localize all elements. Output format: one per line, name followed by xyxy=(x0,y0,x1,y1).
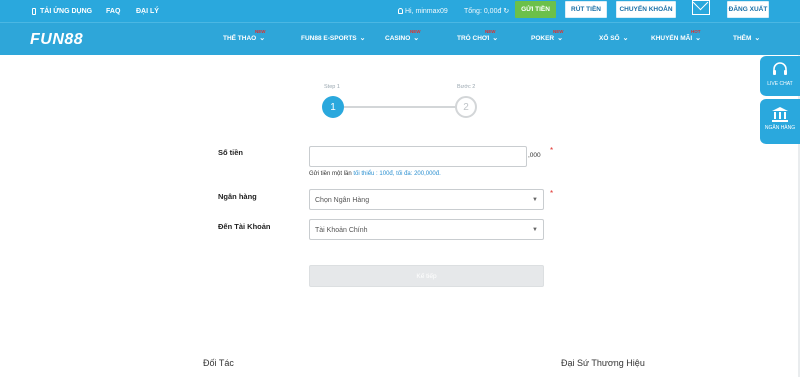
new-badge: NEW xyxy=(255,29,266,34)
faq-label: FAQ xyxy=(106,7,121,15)
step-connector xyxy=(344,106,456,108)
nav-item-sports[interactable]: THỂ THAO ⌄ NEW xyxy=(223,29,266,42)
nav-item-lottery[interactable]: XỔ SỐ ⌄ xyxy=(599,34,628,42)
mail-icon[interactable] xyxy=(692,0,710,15)
amount-suffix: ,000 xyxy=(528,152,541,159)
chevron-down-icon: ⌄ xyxy=(413,35,420,42)
account-selected: Tài Khoản Chính xyxy=(315,227,368,234)
nav-label: TRÒ CHƠI xyxy=(457,35,490,42)
nav-item-more[interactable]: THÊM ⌄ xyxy=(733,34,760,42)
chevron-down-icon: ▼ xyxy=(532,227,538,233)
phone-icon xyxy=(32,7,36,15)
nav-item-games[interactable]: TRÒ CHƠI ⌄ NEW xyxy=(457,29,499,42)
partners-heading: Đối Tác xyxy=(203,358,234,368)
step-indicator: Step 1 Bước 2 1 2 xyxy=(322,84,480,124)
user-icon xyxy=(398,8,403,14)
new-badge: NEW xyxy=(410,29,421,34)
next-button[interactable]: Kế tiếp xyxy=(309,265,544,287)
new-badge: NEW xyxy=(485,29,496,34)
required-mark: * xyxy=(550,189,554,198)
top-bar: TẢI ỨNG DỤNG FAQ ĐẠI LÝ Hi, minmax09 Tổn… xyxy=(0,0,800,22)
nav-item-esports[interactable]: FUN88 E-SPORTS ⌄ xyxy=(301,34,366,42)
step1-circle: 1 xyxy=(322,96,344,118)
chevron-down-icon: ▼ xyxy=(532,197,538,203)
agent-link[interactable]: ĐẠI LÝ xyxy=(136,0,159,22)
deposit-button[interactable]: GỬI TIỀN xyxy=(515,1,556,18)
bank-widget[interactable]: NGÂN HÀNG xyxy=(760,99,800,144)
nav-label: CASINO xyxy=(385,35,411,42)
nav-item-casino[interactable]: CASINO ⌄ NEW xyxy=(385,29,421,42)
app-download-label: TẢI ỨNG DỤNG xyxy=(40,7,93,15)
nav-item-poker[interactable]: POKER ⌄ NEW xyxy=(531,29,564,42)
required-mark: * xyxy=(550,146,554,155)
hint-prefix: Gửi tiền một lần xyxy=(309,171,354,177)
balance-text: Tổng: 0,00đ xyxy=(464,7,502,15)
chevron-down-icon: ⌄ xyxy=(359,35,366,42)
live-chat-widget[interactable]: LIVE CHAT xyxy=(760,56,800,96)
nav-label: POKER xyxy=(531,35,555,42)
nav-label: THÊM xyxy=(733,35,752,42)
step2-label: Bước 2 xyxy=(457,84,476,90)
hot-badge: HOT xyxy=(691,29,701,34)
chevron-down-icon: ⌄ xyxy=(754,35,761,42)
bank-selected: Chọn Ngân Hàng xyxy=(315,197,370,204)
greeting-text: Hi, minmax09 xyxy=(405,7,448,15)
account-select[interactable]: Tài Khoản Chính ▼ xyxy=(309,219,544,240)
amount-label: Số tiền xyxy=(218,148,244,157)
chevron-down-icon: ⌄ xyxy=(622,35,629,42)
bank-label: Ngân hàng xyxy=(218,192,257,201)
balance: Tổng: 0,00đ ↻ xyxy=(464,0,509,22)
refresh-icon[interactable]: ↻ xyxy=(503,7,509,15)
user-greeting: Hi, minmax09 xyxy=(398,0,448,22)
nav-label: THỂ THAO xyxy=(223,35,257,42)
hint-limits: tối thiểu : 100đ, tối đa: 200,000đ. xyxy=(353,171,441,177)
nav-label: XỔ SỐ xyxy=(599,35,620,42)
account-label: Đến Tài Khoản xyxy=(218,222,271,231)
withdraw-button[interactable]: RÚT TIỀN xyxy=(565,1,607,18)
step1-label: Step 1 xyxy=(324,84,340,90)
app-download-link[interactable]: TẢI ỨNG DỤNG xyxy=(32,0,92,22)
nav-item-promotions[interactable]: KHUYẾN MÃI ⌄ HOT xyxy=(651,29,702,42)
amount-hint: Gửi tiền một lần tối thiểu : 100đ, tối đ… xyxy=(309,171,441,177)
fun88-logo[interactable]: FUN88 xyxy=(30,31,83,49)
nav-label: KHUYẾN MÃI xyxy=(651,35,693,42)
faq-link[interactable]: FAQ xyxy=(106,0,120,22)
amount-input[interactable] xyxy=(309,146,527,167)
step2-circle: 2 xyxy=(455,96,477,118)
main-nav: FUN88 THỂ THAO ⌄ NEW FUN88 E-SPORTS ⌄ CASI… xyxy=(0,22,800,55)
live-chat-label: LIVE CHAT xyxy=(767,81,793,87)
new-badge: NEW xyxy=(553,29,564,34)
chevron-down-icon: ⌄ xyxy=(557,35,563,42)
ambassador-heading: Đại Sứ Thương Hiệu xyxy=(561,358,645,368)
chevron-down-icon: ⌄ xyxy=(259,35,266,42)
chevron-down-icon: ⌄ xyxy=(695,35,702,42)
chevron-down-icon: ⌄ xyxy=(492,35,499,42)
bank-icon xyxy=(772,107,788,122)
logout-button[interactable]: ĐĂNG XUẤT xyxy=(727,1,769,18)
transfer-button[interactable]: CHUYỂN KHOẢN xyxy=(616,1,676,18)
agent-label: ĐẠI LÝ xyxy=(136,7,159,15)
headset-icon xyxy=(773,62,787,75)
bank-select[interactable]: Chọn Ngân Hàng ▼ xyxy=(309,189,544,210)
bank-label-side: NGÂN HÀNG xyxy=(764,125,796,131)
nav-label: FUN88 E-SPORTS xyxy=(301,35,357,42)
